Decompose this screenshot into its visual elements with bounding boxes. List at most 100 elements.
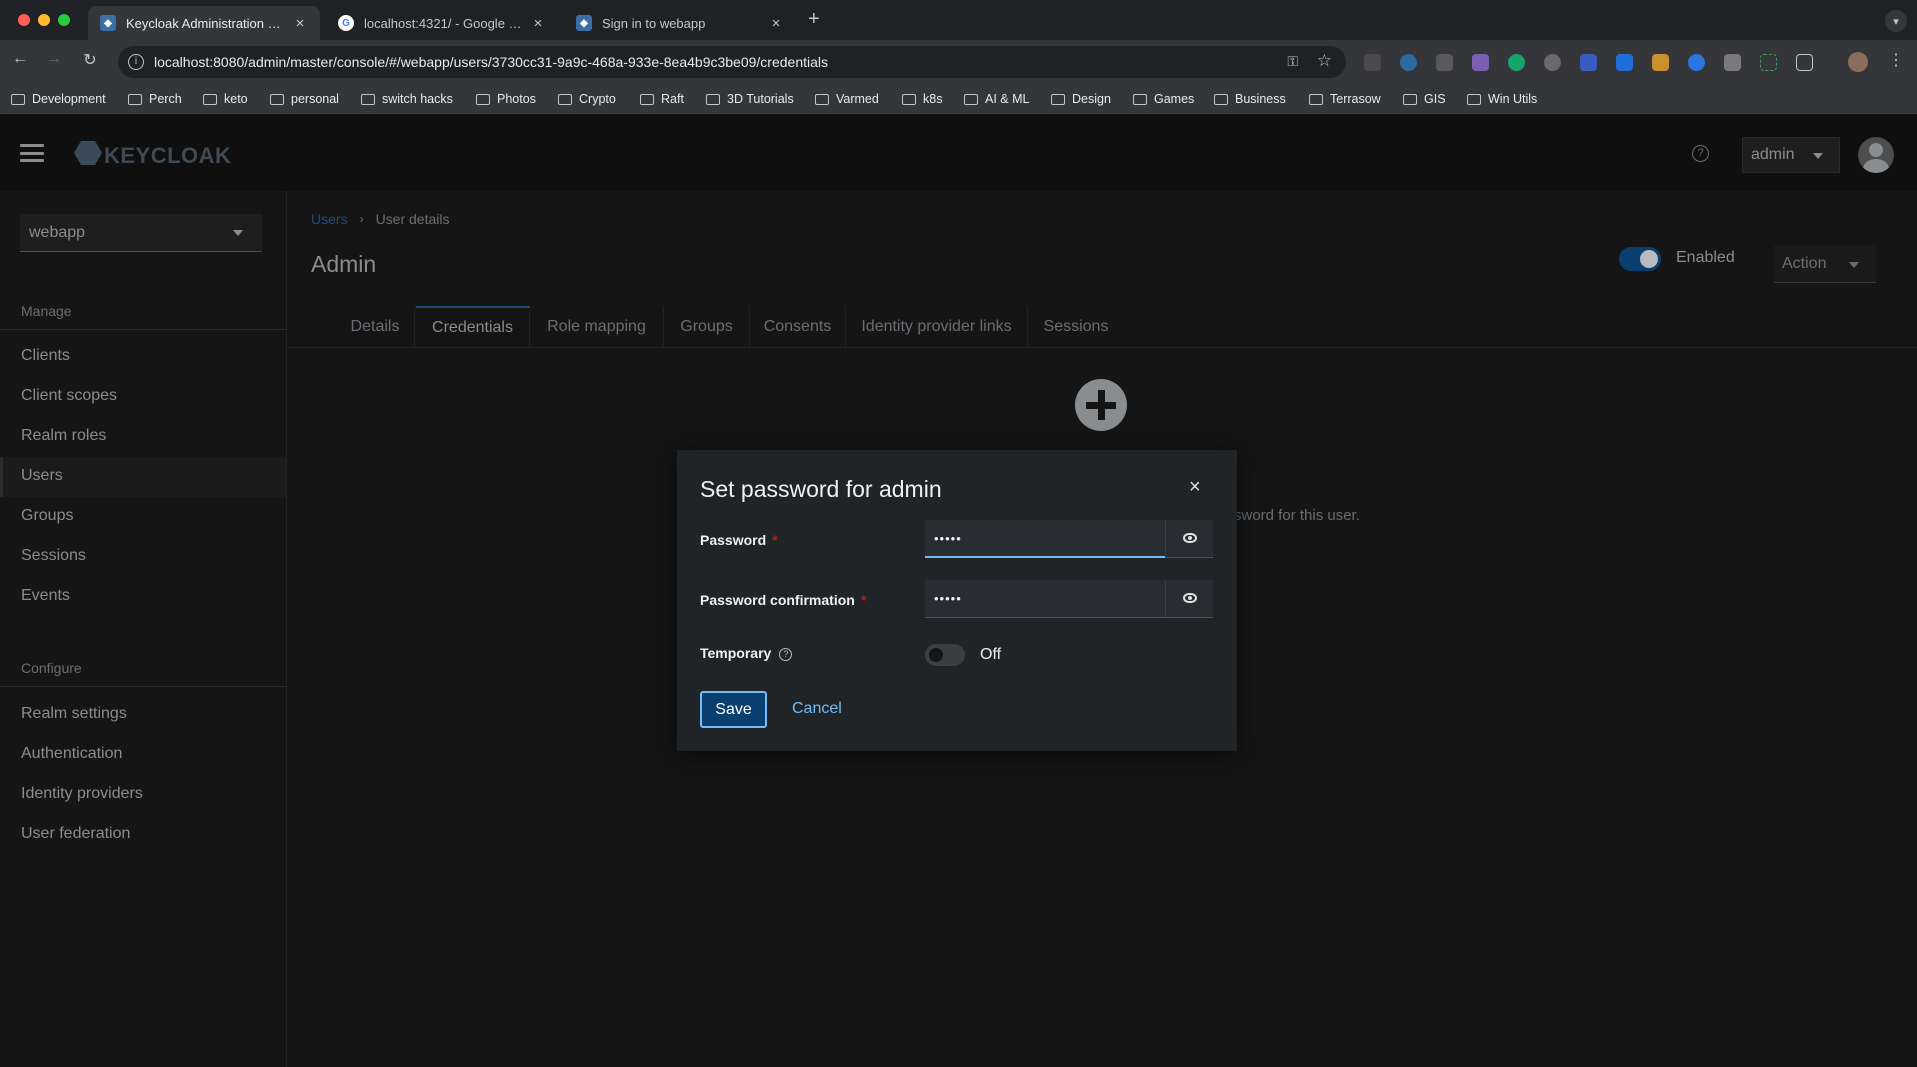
- bookmark-folder[interactable]: Perch: [128, 92, 182, 106]
- tab-close-icon[interactable]: ×: [292, 15, 308, 32]
- extension-icon[interactable]: [1688, 54, 1705, 71]
- bookmark-folder[interactable]: k8s: [902, 92, 942, 106]
- profile-avatar-icon[interactable]: [1848, 52, 1868, 72]
- password-confirmation-value: •••••: [934, 591, 962, 606]
- bookmark-star-icon[interactable]: ☆: [1317, 51, 1332, 71]
- react-devtools-extension-icon[interactable]: [1400, 54, 1417, 71]
- browser-tab-title: Keycloak Administration Cons: [126, 15, 284, 31]
- bookmark-folder[interactable]: Crypto: [558, 92, 616, 106]
- help-icon[interactable]: ?: [1692, 145, 1709, 162]
- bookmark-folder[interactable]: Development: [11, 92, 106, 106]
- tab-sessions[interactable]: Sessions: [1028, 306, 1124, 348]
- sidebar-item-realm-roles[interactable]: Realm roles: [0, 417, 286, 457]
- breadcrumb: Users › User details: [311, 211, 449, 227]
- bookmark-folder[interactable]: Games: [1133, 92, 1194, 106]
- realm-selector[interactable]: webapp: [20, 214, 262, 252]
- bookmark-folder[interactable]: 3D Tutorials: [706, 92, 794, 106]
- extension-icon[interactable]: [1436, 54, 1453, 71]
- window-minimize-button[interactable]: [38, 14, 50, 26]
- avatar[interactable]: [1858, 137, 1894, 173]
- bookmark-folder[interactable]: Design: [1051, 92, 1111, 106]
- hamburger-menu-icon[interactable]: [20, 144, 44, 162]
- reload-icon[interactable]: ↻: [78, 50, 102, 70]
- extension-icon[interactable]: [1760, 54, 1777, 71]
- tab-identity-provider-links[interactable]: Identity provider links: [846, 306, 1028, 348]
- sidebar-item-identity-providers[interactable]: Identity providers: [0, 775, 286, 815]
- window-close-button[interactable]: [18, 14, 30, 26]
- password-confirmation-label: Password confirmation *: [700, 592, 867, 608]
- action-dropdown[interactable]: Action: [1774, 245, 1876, 283]
- password-input[interactable]: •••••: [925, 520, 1165, 558]
- cancel-button[interactable]: Cancel: [792, 700, 842, 718]
- sidebar-item-users[interactable]: Users: [0, 457, 286, 497]
- tab-groups[interactable]: Groups: [664, 306, 750, 348]
- window-maximize-button[interactable]: [58, 14, 70, 26]
- show-password-button[interactable]: [1165, 520, 1213, 558]
- bookmark-folder[interactable]: Raft: [640, 92, 684, 106]
- tab-close-icon[interactable]: ×: [530, 15, 546, 32]
- tab-role-mapping[interactable]: Role mapping: [530, 306, 664, 348]
- browser-tab-keycloak[interactable]: ◆ Keycloak Administration Cons ×: [88, 6, 320, 40]
- grammarly-extension-icon[interactable]: [1508, 54, 1525, 71]
- tab-details[interactable]: Details: [336, 306, 415, 348]
- address-bar[interactable]: i localhost:8080/admin/master/console/#/…: [118, 46, 1346, 78]
- back-arrow-icon[interactable]: ←: [8, 50, 32, 68]
- sidebar-divider: [0, 329, 287, 330]
- tab-search-chevron-icon[interactable]: ▾: [1885, 10, 1907, 32]
- browser-menu-icon[interactable]: ⋮: [1888, 50, 1904, 70]
- forward-arrow-icon[interactable]: →: [42, 50, 66, 68]
- user-menu-dropdown[interactable]: admin: [1742, 137, 1840, 173]
- action-label: Action: [1782, 255, 1827, 272]
- extension-icon[interactable]: [1472, 54, 1489, 71]
- keycloak-logo-text: KEYCLOAK: [104, 143, 232, 168]
- folder-icon: [815, 93, 829, 105]
- bookmark-folder[interactable]: Win Utils: [1467, 92, 1537, 106]
- temporary-toggle[interactable]: [925, 644, 965, 666]
- bookmark-folder[interactable]: Terrasow: [1309, 92, 1381, 106]
- tab-close-icon[interactable]: ×: [768, 15, 784, 32]
- camera-extension-icon[interactable]: [1724, 54, 1741, 71]
- extensions-puzzle-icon[interactable]: [1796, 54, 1813, 71]
- bookmark-folder[interactable]: Photos: [476, 92, 536, 106]
- show-confirmation-button[interactable]: [1165, 580, 1213, 618]
- bookmark-folder[interactable]: Business: [1214, 92, 1286, 106]
- sidebar-item-clients[interactable]: Clients: [0, 337, 286, 377]
- password-key-icon[interactable]: ⚿: [1287, 53, 1298, 70]
- set-password-modal: Set password for admin × Password * •••••…: [677, 450, 1237, 751]
- bookmark-folder[interactable]: keto: [203, 92, 248, 106]
- extension-icon[interactable]: [1616, 54, 1633, 71]
- required-asterisk: *: [860, 592, 867, 608]
- sidebar-item-groups[interactable]: Groups: [0, 497, 286, 537]
- bookmark-folder[interactable]: switch hacks: [361, 92, 453, 106]
- sidebar-item-sessions[interactable]: Sessions: [0, 537, 286, 577]
- caret-down-icon: [233, 230, 243, 236]
- folder-icon: [1051, 93, 1065, 105]
- new-tab-button[interactable]: +: [808, 8, 820, 31]
- page-title: Admin: [311, 251, 377, 277]
- extension-icon[interactable]: [1652, 54, 1669, 71]
- sidebar-item-authentication[interactable]: Authentication: [0, 735, 286, 775]
- browser-tab-google[interactable]: G localhost:4321/ - Google Sear ×: [326, 6, 558, 40]
- bookmark-folder[interactable]: Varmed: [815, 92, 879, 106]
- extension-icon[interactable]: [1364, 54, 1381, 71]
- help-icon[interactable]: ?: [779, 648, 793, 661]
- browser-tab-signin[interactable]: ◆ Sign in to webapp ×: [564, 6, 796, 40]
- site-info-icon[interactable]: i: [128, 54, 144, 70]
- save-button[interactable]: Save: [700, 691, 767, 728]
- gear-extension-icon[interactable]: [1544, 54, 1561, 71]
- bookmark-folder[interactable]: GIS: [1403, 92, 1446, 106]
- password-confirmation-input[interactable]: •••••: [925, 580, 1165, 618]
- sidebar-item-realm-settings[interactable]: Realm settings: [0, 695, 286, 735]
- tab-consents[interactable]: Consents: [750, 306, 846, 348]
- enabled-toggle[interactable]: [1619, 247, 1661, 271]
- extension-icon[interactable]: [1580, 54, 1597, 71]
- breadcrumb-users-link[interactable]: Users: [311, 211, 348, 227]
- bookmark-folder[interactable]: personal: [270, 92, 339, 106]
- bookmark-folder[interactable]: AI & ML: [964, 92, 1029, 106]
- tab-credentials[interactable]: Credentials: [416, 306, 530, 348]
- password-value: •••••: [934, 531, 962, 546]
- sidebar-item-client-scopes[interactable]: Client scopes: [0, 377, 286, 417]
- sidebar-item-events[interactable]: Events: [0, 577, 286, 617]
- close-icon[interactable]: ×: [1189, 476, 1201, 499]
- sidebar-item-user-federation[interactable]: User federation: [0, 815, 286, 855]
